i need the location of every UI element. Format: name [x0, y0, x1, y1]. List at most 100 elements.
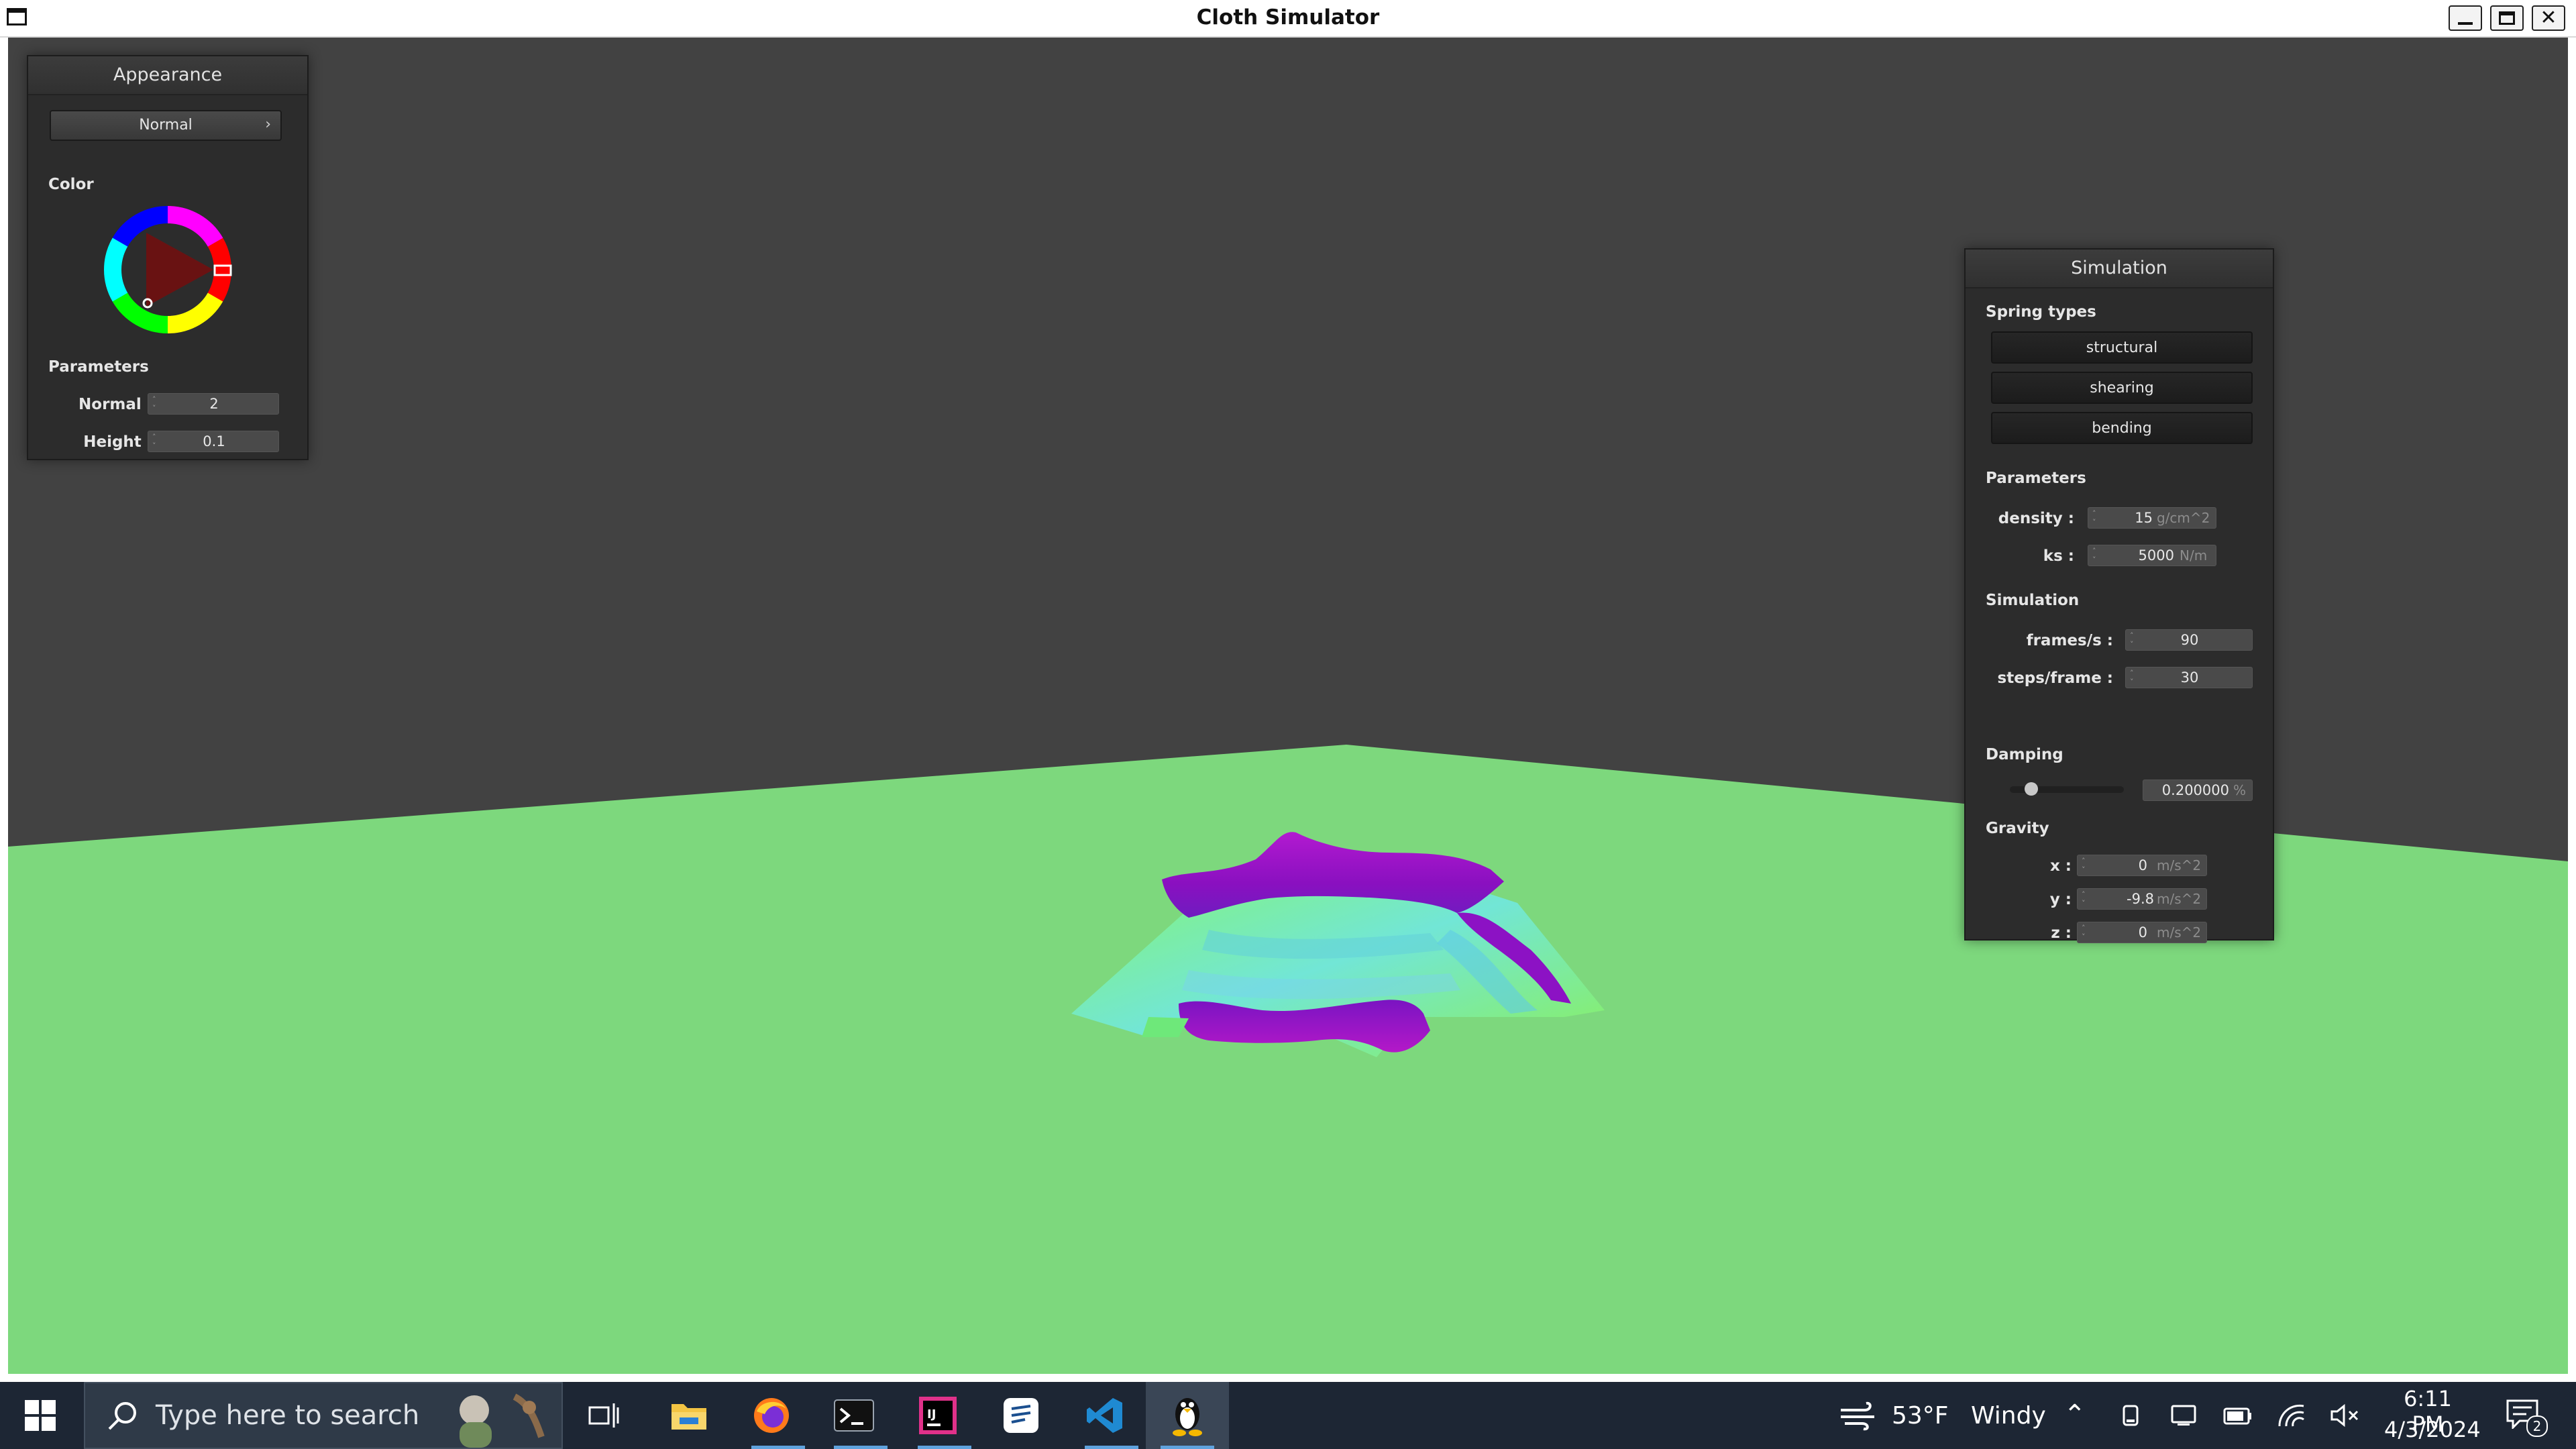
- display-icon[interactable]: [2171, 1403, 2198, 1428]
- height-label: Height :: [83, 433, 153, 451]
- file-explorer-icon: [672, 1404, 706, 1430]
- parameters-label: Parameters: [48, 358, 149, 376]
- gravity-x-value: 0: [2138, 857, 2147, 873]
- task-view-button[interactable]: [584, 1395, 624, 1436]
- frames-value: 90: [2180, 632, 2199, 648]
- close-button[interactable]: ✕: [2532, 5, 2565, 31]
- weather-condition[interactable]: Windy: [1971, 1402, 2046, 1430]
- gravity-y-value: -9.8: [2127, 891, 2154, 907]
- file-explorer-button[interactable]: [669, 1395, 709, 1436]
- task-view-icon: [588, 1403, 619, 1428]
- damping-slider-track[interactable]: [2010, 782, 2124, 796]
- render-mode-select[interactable]: Normal ›: [50, 110, 282, 141]
- svg-text:IJ: IJ: [927, 1407, 936, 1421]
- gravity-x-label: x :: [2049, 857, 2072, 875]
- gravity-y-label: y :: [2049, 891, 2072, 908]
- density-label: density :: [1998, 510, 2074, 527]
- notes-app-button[interactable]: [1001, 1395, 1041, 1436]
- gravity-label: Gravity: [1986, 820, 2049, 837]
- vscode-button[interactable]: [1085, 1395, 1125, 1436]
- notification-center-button[interactable]: 2: [2506, 1399, 2548, 1437]
- terminal-button[interactable]: [834, 1395, 874, 1436]
- density-input[interactable]: ˄ ˅ 15 g/cm^2: [2088, 507, 2216, 529]
- simulation-panel-title: Simulation: [1966, 250, 2273, 288]
- ks-input[interactable]: ˄ ˅ 5000 N/m: [2088, 545, 2216, 566]
- spinner-arrows-icon[interactable]: ˄ ˅: [2082, 890, 2091, 909]
- clock-date[interactable]: 4/3/2024: [2384, 1417, 2481, 1442]
- frames-input[interactable]: ˄ ˅ 90: [2125, 629, 2253, 651]
- terminal-icon: [834, 1399, 874, 1432]
- volume-muted-icon[interactable]: [2330, 1403, 2360, 1428]
- chevron-up-icon[interactable]: ⌃: [2063, 1399, 2086, 1430]
- color-wheel[interactable]: [101, 203, 235, 337]
- 3d-viewport[interactable]: Appearance Normal › Color Parameters Nor…: [8, 38, 2568, 1374]
- search-highlight-illustration-icon: [460, 1393, 545, 1448]
- height-input[interactable]: ˄ ˅ 0.1: [148, 431, 279, 452]
- gravity-z-label: z :: [2051, 924, 2072, 942]
- height-value: 0.1: [203, 433, 225, 449]
- color-label: Color: [48, 176, 94, 193]
- spinner-arrows-icon[interactable]: ˄ ˅: [2082, 924, 2091, 943]
- chevron-right-icon: ›: [265, 116, 271, 133]
- gravity-x-input[interactable]: ˄ ˅ 0 m/s^2: [2077, 855, 2207, 876]
- parameters-label: Parameters: [1986, 470, 2086, 487]
- taskbar-search[interactable]: Type here to search: [84, 1382, 563, 1449]
- maximize-button[interactable]: [2490, 5, 2524, 31]
- normal-value: 2: [209, 396, 219, 412]
- damping-value: 0.200000: [2161, 782, 2229, 798]
- normal-input[interactable]: ˄ ˅ 2: [148, 393, 279, 415]
- maximize-icon: [2499, 11, 2515, 25]
- start-button[interactable]: [20, 1395, 60, 1436]
- close-icon: ✕: [2540, 6, 2557, 30]
- normal-label: Normal :: [78, 396, 153, 413]
- appearance-panel[interactable]: Appearance Normal › Color Parameters Nor…: [27, 55, 309, 460]
- firefox-icon: [754, 1398, 789, 1433]
- damping-input[interactable]: 0.200000 %: [2143, 780, 2253, 801]
- render-mode-value: Normal: [139, 117, 193, 133]
- meet-now-icon[interactable]: [2120, 1403, 2144, 1428]
- gravity-z-input[interactable]: ˄ ˅ 0 m/s^2: [2077, 922, 2207, 943]
- simulation-panel[interactable]: Simulation Spring types structural shear…: [1964, 248, 2274, 943]
- spring-shearing-button[interactable]: shearing: [1991, 372, 2253, 404]
- cloth-simulator-active-indicator: [1161, 1446, 1214, 1449]
- density-unit: g/cm^2: [2157, 510, 2210, 526]
- wifi-icon[interactable]: [2277, 1403, 2306, 1428]
- steps-input[interactable]: ˄ ˅ 30: [2125, 667, 2253, 688]
- minimize-button[interactable]: [2449, 5, 2482, 31]
- spring-bending-button[interactable]: bending: [1991, 412, 2253, 444]
- firefox-active-indicator: [751, 1446, 805, 1449]
- notes-icon: [1004, 1398, 1038, 1433]
- gravity-x-unit: m/s^2: [2157, 857, 2202, 873]
- frames-label: frames/s :: [2026, 632, 2113, 649]
- taskbar: Type here to search IJ 53°F Windy ⌃ 6:11…: [0, 1382, 2576, 1449]
- window-title-bar: Cloth Simulator ✕: [0, 0, 2576, 38]
- spinner-arrows-icon[interactable]: ˄ ˅: [2092, 509, 2102, 528]
- intellij-active-indicator: [918, 1446, 971, 1449]
- weather-temperature[interactable]: 53°F: [1892, 1402, 1949, 1430]
- damping-slider-handle[interactable]: [2025, 782, 2038, 796]
- appearance-panel-title: Appearance: [28, 56, 307, 95]
- vscode-active-indicator: [1085, 1446, 1138, 1449]
- intellij-button[interactable]: IJ: [918, 1395, 958, 1436]
- firefox-button[interactable]: [751, 1395, 792, 1436]
- ks-label: ks :: [2043, 547, 2074, 565]
- window-title: Cloth Simulator: [1196, 5, 1380, 30]
- spring-types-label: Spring types: [1986, 303, 2096, 321]
- notification-count-badge: 2: [2526, 1415, 2548, 1437]
- terminal-active-indicator: [834, 1446, 888, 1449]
- spring-structural-button[interactable]: structural: [1991, 331, 2253, 364]
- weather-windy-icon: [1841, 1401, 1874, 1431]
- damping-unit: %: [2233, 782, 2247, 798]
- density-value: 15: [2135, 510, 2153, 526]
- vscode-icon: [1087, 1398, 1122, 1433]
- cloth-simulator-active-button[interactable]: [1146, 1382, 1229, 1449]
- spinner-arrows-icon[interactable]: ˄ ˅: [2092, 547, 2102, 566]
- start-icon: [25, 1400, 56, 1431]
- minimize-icon: [2458, 22, 2473, 25]
- steps-label: steps/frame :: [1997, 669, 2113, 687]
- spinner-arrows-icon[interactable]: ˄ ˅: [2082, 857, 2091, 875]
- linux-penguin-icon: [1173, 1398, 1202, 1436]
- gravity-y-unit: m/s^2: [2157, 891, 2202, 907]
- gravity-y-input[interactable]: ˄ ˅ -9.8 m/s^2: [2077, 888, 2207, 910]
- battery-icon[interactable]: [2223, 1406, 2253, 1426]
